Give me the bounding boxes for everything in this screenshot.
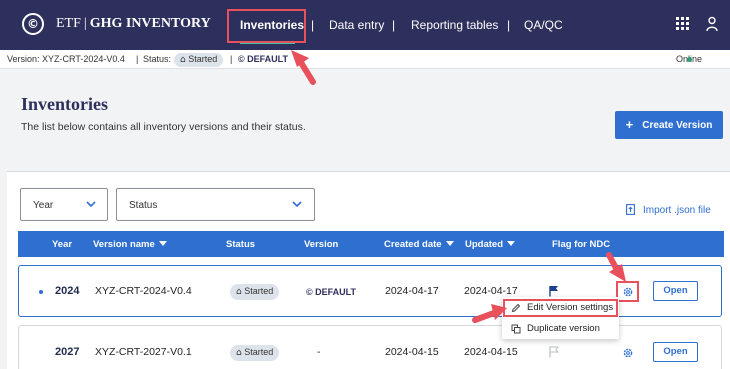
column-header-version[interactable]: Version	[304, 239, 338, 250]
online-indicator-icon	[687, 57, 692, 62]
user-icon[interactable]	[706, 16, 718, 32]
nav-tab-data-entry[interactable]: Data entry	[329, 0, 384, 50]
chevron-down-icon	[292, 201, 302, 208]
row-updated-date: 2024-04-15	[464, 346, 518, 358]
status-badge-started: ⌂ Started	[174, 53, 224, 67]
row-created-date: 2024-04-17	[385, 285, 439, 297]
gear-icon[interactable]	[622, 347, 634, 359]
highlight-box-gear	[616, 281, 639, 302]
nav-tab-qa-qc[interactable]: QA/QC	[524, 0, 563, 50]
page-title: Inventories	[21, 94, 108, 114]
selected-row-indicator-icon	[39, 290, 43, 294]
sort-caret-icon	[507, 241, 515, 246]
menu-item-duplicate-version[interactable]: Duplicate version	[502, 319, 619, 339]
apps-grid-icon[interactable]	[676, 17, 690, 31]
nav-separator: |	[507, 18, 511, 32]
version-status-bar: Version: XYZ-CRT-2024-V0.4 | Status: | O…	[0, 50, 730, 69]
brand-ghg-inventory: GHG INVENTORY	[89, 16, 211, 31]
current-version-text: Version: XYZ-CRT-2024-V0.4	[7, 54, 125, 64]
open-version-button[interactable]: Open	[653, 342, 698, 362]
flag-outline-icon[interactable]	[549, 346, 559, 358]
column-header-updated[interactable]: Updated	[465, 239, 515, 250]
annotation-arrow-inventories	[291, 50, 316, 85]
column-header-version-name[interactable]: Version name	[93, 239, 167, 250]
status-badge-started: ⌂ Started	[230, 284, 280, 300]
row-version-default-badge: © DEFAULT	[306, 287, 356, 297]
app-brand[interactable]: ETF | GHG INVENTORY	[56, 16, 211, 32]
column-header-flag-for-ndc[interactable]: Flag for NDC	[552, 239, 610, 250]
import-json-link[interactable]: Import .json file	[626, 204, 711, 216]
create-version-button[interactable]: + Create Version	[615, 111, 723, 139]
annotation-arrow-edit-settings	[472, 304, 507, 323]
column-header-year[interactable]: Year	[52, 239, 72, 250]
copy-icon	[511, 324, 521, 334]
highlight-box-edit-settings	[503, 299, 618, 317]
lock-icon: ⌂	[236, 287, 242, 297]
lock-icon: ⌂	[236, 348, 242, 358]
column-header-status[interactable]: Status	[226, 239, 255, 250]
row-year: 2027	[55, 346, 80, 358]
status-label: Status:	[143, 54, 172, 64]
nav-separator: |	[392, 18, 396, 32]
status-bar-separator: |	[230, 54, 233, 64]
row-version-name: XYZ-CRT-2027-V0.1	[95, 346, 192, 358]
status-bar-separator: |	[136, 54, 139, 64]
file-upload-icon	[626, 204, 635, 215]
default-version-badge: © DEFAULT	[238, 54, 288, 64]
column-header-created-date[interactable]: Created date	[384, 239, 454, 250]
nav-separator: |	[311, 18, 315, 32]
row-version-empty: -	[317, 346, 321, 358]
status-badge-started: ⌂ Started	[230, 345, 280, 361]
annotation-arrow-gear	[606, 252, 626, 282]
plus-icon: +	[625, 117, 634, 132]
row-year: 2024	[55, 285, 80, 297]
row-version-name: XYZ-CRT-2024-V0.4	[95, 285, 192, 297]
brand-separator: |	[83, 16, 87, 31]
nav-tab-reporting-tables[interactable]: Reporting tables	[411, 0, 498, 50]
sort-caret-icon	[158, 241, 167, 246]
status-filter-label: Status	[129, 200, 158, 211]
brand-etf: ETF	[56, 16, 81, 31]
highlight-box-inventories	[227, 9, 306, 43]
page-subtitle: The list below contains all inventory ve…	[21, 121, 306, 133]
lock-icon: ⌂	[180, 55, 186, 65]
open-version-button[interactable]: Open	[653, 281, 698, 301]
row-updated-date: 2024-04-17	[464, 285, 518, 297]
chevron-down-icon	[86, 201, 96, 208]
etf-logo-icon: ©	[22, 13, 44, 35]
sort-caret-icon	[445, 241, 454, 246]
status-filter-select[interactable]: Status	[116, 188, 315, 221]
flag-filled-icon[interactable]	[549, 285, 559, 297]
year-filter-label: Year	[33, 200, 54, 211]
year-filter-select[interactable]: Year	[20, 188, 108, 221]
row-created-date: 2024-04-15	[385, 346, 439, 358]
